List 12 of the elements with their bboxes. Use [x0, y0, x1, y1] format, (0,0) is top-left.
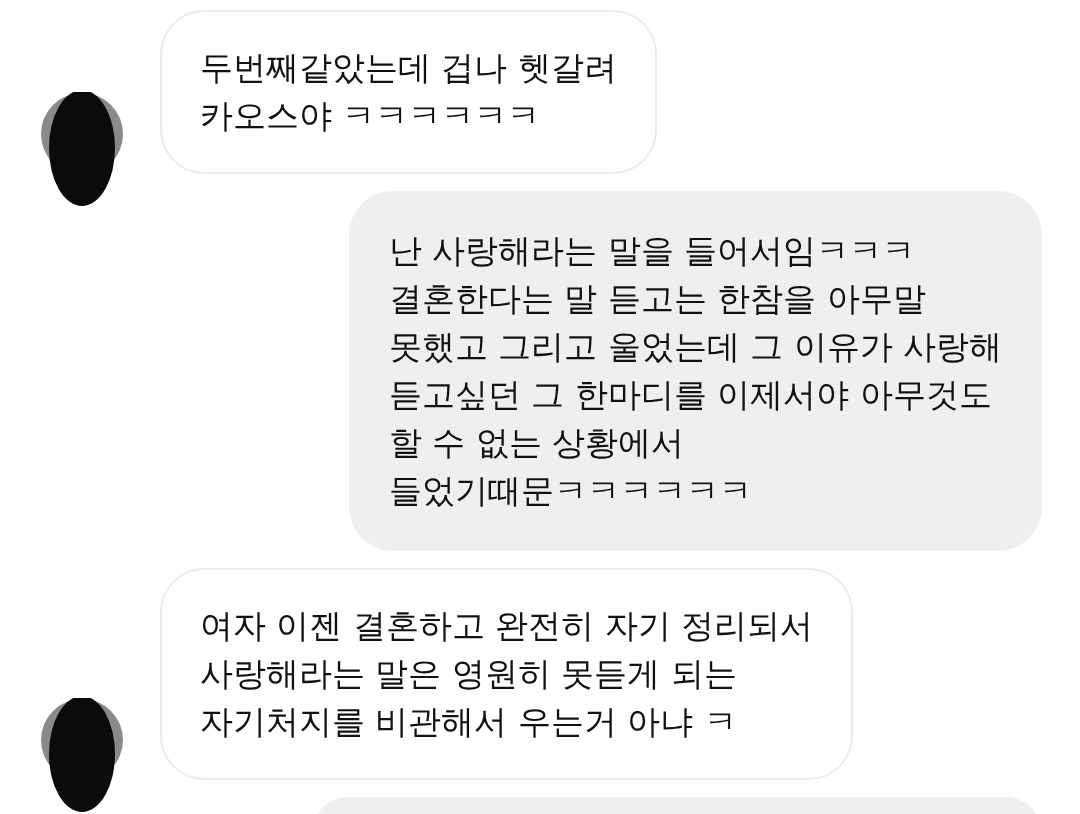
message-text: 듣고싶던 그 한마디를 이제서야 아무것도	[388, 374, 993, 416]
message-text: 결혼한다는 말 듣고는 한참을 아무말	[388, 278, 927, 320]
message-text: 두번째같았는데 겁나 헷갈려	[200, 47, 617, 89]
message-text: 못했고 그리고 울었는데 그 이유가 사랑해	[388, 326, 1002, 368]
avatar-icon	[40, 698, 126, 814]
message-text: 여자 이젠 결혼하고 완전히 자기 정리되서	[200, 605, 814, 647]
message-text: 사랑해라는 말은 영원히 못듣게 되는	[200, 653, 738, 695]
message-text: 카오스야 ㅋㅋㅋㅋㅋㅋ	[200, 95, 542, 137]
message-text: 할 수 없는 상황에서	[388, 422, 686, 464]
message-text: 난 사랑해라는 말을 들어서임ㅋㅋㅋ	[388, 230, 917, 272]
message-text: 자기처지를 비관해서 우는거 아냐 ㅋ	[200, 701, 738, 743]
message-text: 들었기때문ㅋㅋㅋㅋㅋㅋ	[388, 470, 753, 512]
